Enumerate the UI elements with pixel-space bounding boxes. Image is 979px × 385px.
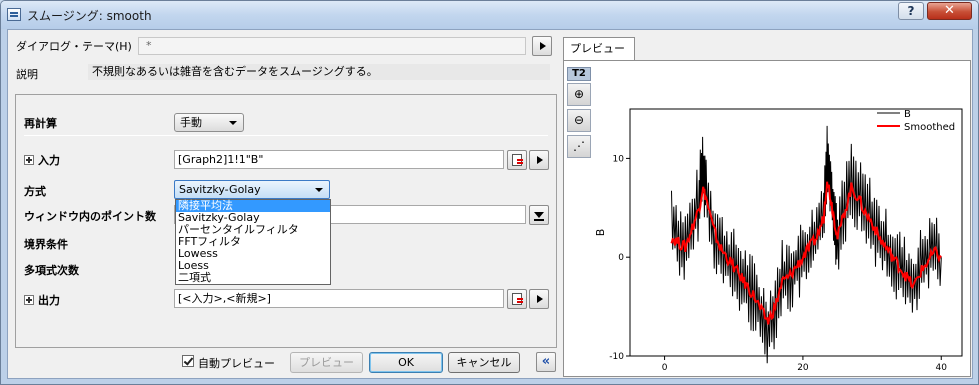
window-points-label: ウィンドウ内のポイント数 [24, 210, 156, 223]
preview-panel: T2 ⊕ ⊖ ⋰ 02040-10010AB BSmoothed [563, 60, 971, 377]
method-label: 方式 [24, 185, 46, 198]
smoothing-dialog: スムージング: smooth ? ✕ ダイアログ・テーマ(H) * 説明 不規則… [0, 0, 979, 385]
plot-frame [629, 108, 963, 357]
app-window-icon [7, 8, 21, 21]
toolbar-label: T2 [567, 67, 591, 81]
chevron-down-icon [229, 121, 237, 125]
data-selector-icon[interactable] [507, 150, 527, 170]
tab-preview[interactable]: プレビュー [563, 37, 635, 60]
recalc-value: 手動 [180, 116, 202, 129]
preview-chart: 02040-10010AB BSmoothed [594, 108, 963, 373]
dropdown-arrow-icon[interactable] [529, 205, 549, 225]
zoom-out-icon[interactable]: ⊖ [567, 109, 591, 132]
y-tick-label: 10 [613, 154, 625, 164]
expand-plus-icon[interactable] [24, 295, 34, 305]
separator [24, 135, 548, 136]
legend-entry: B [904, 109, 911, 120]
theme-input[interactable]: * [138, 37, 526, 55]
input-row[interactable]: 入力 [24, 152, 60, 168]
window-title: スムージング: smooth [27, 9, 152, 23]
y-tick-label: -10 [609, 352, 624, 362]
recalc-dropdown[interactable]: 手動 [174, 113, 244, 132]
output-menu-arrow-icon[interactable] [529, 289, 549, 309]
theme-menu-arrow-icon[interactable] [532, 36, 552, 56]
theme-label: ダイアログ・テーマ(H) [16, 40, 132, 53]
method-value: Savitzky-Golay [179, 183, 261, 196]
input-field[interactable]: [Graph2]1!1"B" [174, 150, 504, 169]
expand-plus-icon[interactable] [24, 155, 34, 165]
description-label: 説明 [16, 68, 38, 81]
ok-button[interactable]: OK [369, 352, 443, 373]
settings-panel: 再計算 手動 入力 [Graph2]1!1"B" 方式 Savitzky-Gol… [15, 94, 557, 348]
dialog-body: ダイアログ・テーマ(H) * 説明 不規則なあるいは雑音を含むデータをスムージン… [7, 29, 973, 379]
x-tick-label: 40 [936, 363, 948, 373]
output-label: 出力 [38, 294, 60, 307]
x-tick-label: 0 [662, 363, 668, 373]
method-options-list[interactable]: 隣接平均法 Savitzky-Golay パーセンタイルフィルタ FFTフィルタ… [175, 199, 331, 285]
input-label: 入力 [38, 154, 60, 167]
poly-order-label: 多項式次数 [24, 264, 79, 277]
input-menu-arrow-icon[interactable] [529, 150, 549, 170]
title-bar[interactable]: スムージング: smooth ? ✕ [1, 1, 978, 29]
data-selector-icon[interactable] [507, 289, 527, 309]
zoom-in-icon[interactable]: ⊕ [567, 83, 591, 106]
series-line-smoothed [670, 181, 942, 325]
y-axis-label: B [594, 229, 607, 237]
auto-preview-label: 自動プレビュー [198, 357, 275, 370]
cancel-button[interactable]: キャンセル [448, 352, 520, 373]
legend-entry: Smoothed [904, 122, 955, 133]
collapse-panel-icon[interactable]: « [536, 352, 556, 372]
auto-preview-checkbox[interactable] [182, 355, 194, 367]
output-field[interactable]: [<入力>,<新規>] [174, 289, 504, 308]
preview-button[interactable]: プレビュー [290, 352, 363, 373]
x-tick-label: 20 [797, 363, 809, 373]
description-text: 不規則なあるいは雑音を含むデータをスムージングする。 [88, 64, 550, 80]
method-dropdown[interactable]: Savitzky-Golay [174, 180, 330, 199]
close-button[interactable]: ✕ [927, 2, 972, 20]
series-line-b [671, 125, 942, 364]
method-option[interactable]: 二項式 [176, 272, 330, 284]
output-row[interactable]: 出力 [24, 292, 60, 308]
recalc-label: 再計算 [24, 117, 57, 130]
data-reader-icon[interactable]: ⋰ [567, 135, 591, 158]
help-button[interactable]: ? [898, 2, 924, 20]
y-tick-label: 0 [618, 253, 624, 263]
boundary-label: 境界条件 [24, 238, 68, 251]
chevron-down-icon [315, 188, 323, 192]
